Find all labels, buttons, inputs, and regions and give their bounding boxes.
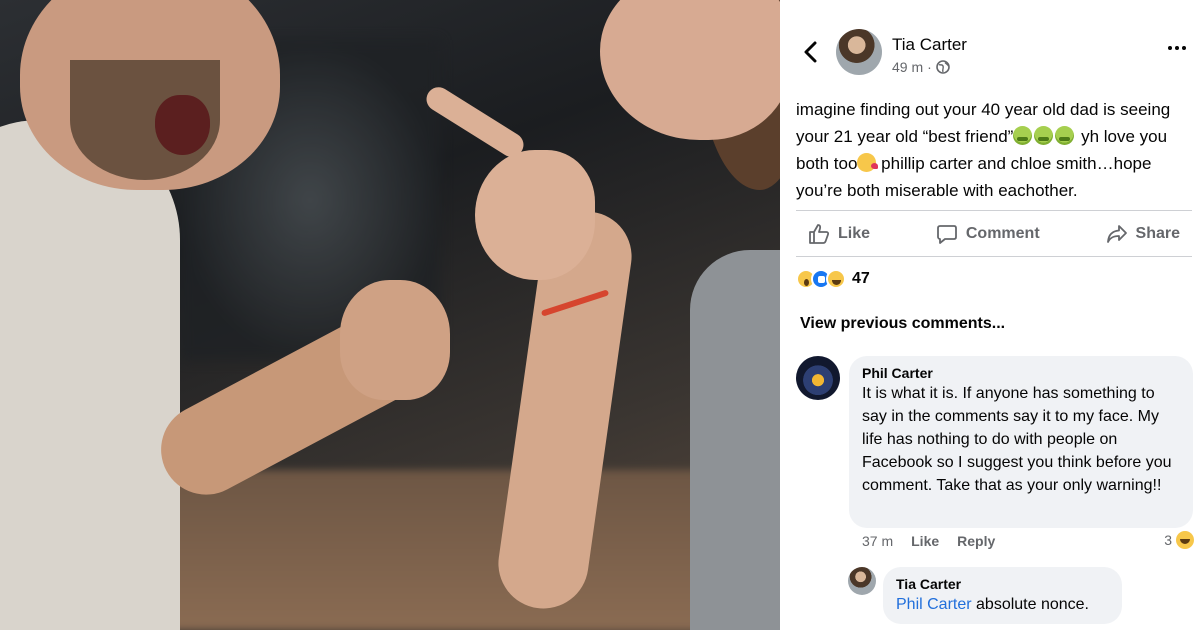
post-photo[interactable] bbox=[0, 0, 780, 630]
meta-separator: · bbox=[927, 59, 932, 75]
reply-author[interactable]: Tia Carter bbox=[896, 575, 1109, 593]
divider bbox=[796, 256, 1192, 257]
share-button[interactable]: Share bbox=[1094, 212, 1192, 256]
more-options-icon[interactable] bbox=[1168, 46, 1186, 50]
comment-author[interactable]: Phil Carter bbox=[862, 364, 1180, 382]
commenter-avatar[interactable] bbox=[796, 356, 840, 400]
post-actions: Like Comment Share bbox=[796, 212, 1192, 256]
comment-like-button[interactable]: Like bbox=[911, 533, 939, 549]
man-figure bbox=[0, 120, 180, 630]
share-icon bbox=[1106, 225, 1127, 243]
sick-face-icon bbox=[1034, 126, 1054, 145]
woman-hand bbox=[475, 150, 595, 280]
comment-reaction-count: 3 bbox=[1164, 532, 1172, 548]
author-name[interactable]: Tia Carter bbox=[892, 35, 967, 55]
post-panel: Tia Carter 49 m · imagine finding out yo… bbox=[780, 0, 1200, 630]
post-meta: 49 m · bbox=[892, 59, 950, 75]
haha-reaction-icon bbox=[1176, 531, 1194, 549]
more-dot bbox=[1168, 46, 1172, 50]
comment-time[interactable]: 37 m bbox=[862, 533, 893, 549]
reply-text-body: absolute nonce. bbox=[971, 596, 1089, 613]
man-hand bbox=[340, 280, 450, 400]
like-label: Like bbox=[838, 225, 871, 242]
more-dot bbox=[1175, 46, 1179, 50]
comment-reply-button[interactable]: Reply bbox=[957, 533, 995, 549]
share-label: Share bbox=[1135, 225, 1180, 242]
mention-link[interactable]: Phil Carter bbox=[896, 596, 972, 613]
comment-reactions[interactable]: 3 bbox=[1164, 531, 1194, 549]
reaction-count: 47 bbox=[852, 270, 870, 287]
thumbs-up-icon bbox=[809, 224, 830, 244]
sick-face-icon bbox=[1055, 126, 1075, 145]
comment-text: It is what it is. If anyone has somethin… bbox=[862, 385, 1172, 494]
reply-text: Phil Carter absolute nonce. bbox=[896, 593, 1109, 616]
woman-figure bbox=[690, 250, 780, 630]
back-arrow-icon[interactable] bbox=[798, 38, 822, 66]
sick-face-icon bbox=[1013, 126, 1033, 145]
reply-avatar[interactable] bbox=[848, 567, 876, 595]
reaction-summary[interactable]: 47 bbox=[796, 269, 870, 289]
comment-icon bbox=[936, 225, 957, 244]
man-mouth bbox=[155, 95, 210, 155]
kissing-face-icon bbox=[857, 153, 879, 172]
like-button[interactable]: Like bbox=[796, 212, 882, 256]
comment-label: Comment bbox=[965, 225, 1040, 242]
post-time[interactable]: 49 m bbox=[892, 59, 923, 75]
divider bbox=[796, 210, 1192, 211]
haha-reaction-icon bbox=[826, 269, 846, 289]
comment-button[interactable]: Comment bbox=[924, 212, 1052, 256]
post-text: imagine finding out your 40 year old dad… bbox=[796, 96, 1192, 204]
view-previous-comments-link[interactable]: View previous comments... bbox=[800, 315, 1005, 333]
reply-bubble: Tia Carter Phil Carter absolute nonce. bbox=[883, 567, 1122, 624]
woman-head bbox=[600, 0, 780, 140]
author-avatar[interactable] bbox=[836, 29, 882, 75]
comment-meta: 37 m Like Reply bbox=[862, 533, 995, 549]
globe-icon bbox=[935, 60, 950, 74]
comment-bubble: Phil Carter It is what it is. If anyone … bbox=[849, 356, 1193, 528]
more-dot bbox=[1182, 46, 1186, 50]
